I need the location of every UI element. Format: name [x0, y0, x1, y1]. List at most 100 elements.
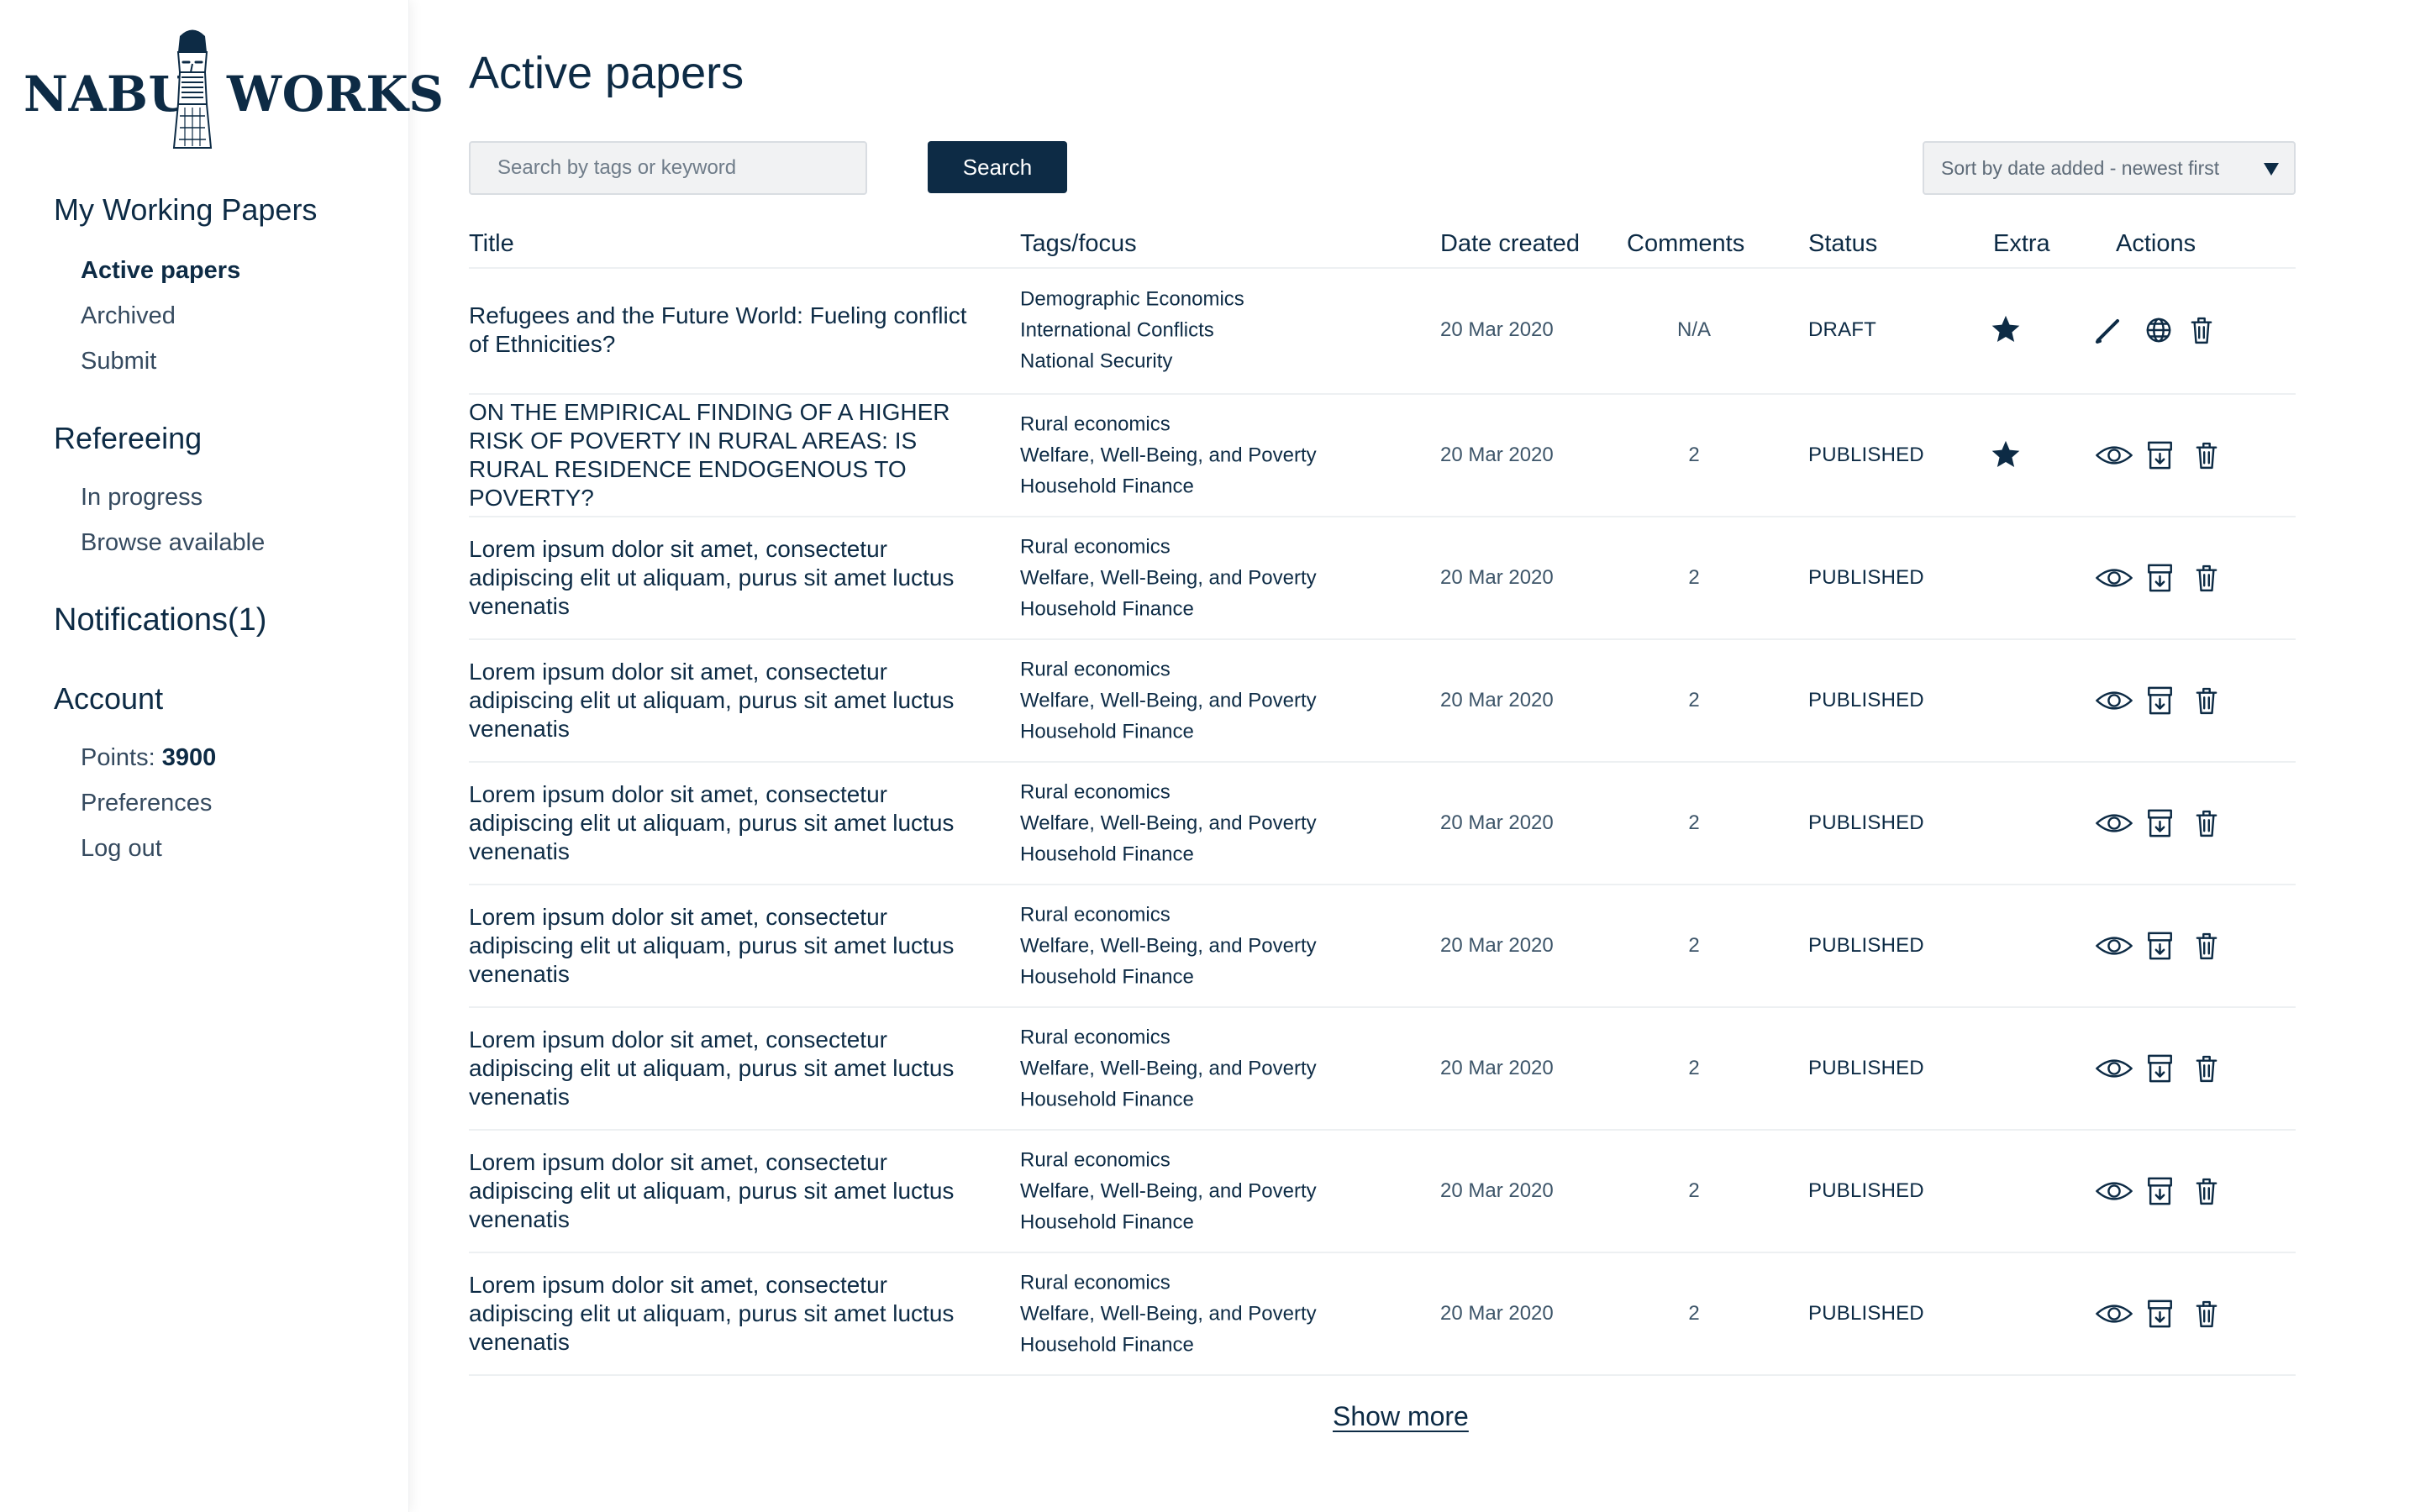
eye-icon[interactable]: [2095, 933, 2133, 958]
trash-icon[interactable]: [2196, 441, 2217, 470]
sidebar-item-in-progress[interactable]: In progress: [81, 482, 203, 512]
paper-title-link[interactable]: Lorem ipsum dolor sit amet, consectetur …: [469, 1026, 986, 1111]
eye-icon[interactable]: [2095, 443, 2133, 468]
tag[interactable]: Demographic Economics: [1020, 284, 1411, 315]
trash-icon[interactable]: [2196, 809, 2217, 837]
eye-icon[interactable]: [2095, 1179, 2133, 1204]
tag[interactable]: Rural economics: [1020, 654, 1411, 685]
points-label: Points:: [81, 744, 162, 771]
eye-icon[interactable]: [2095, 565, 2133, 591]
tag[interactable]: Rural economics: [1020, 777, 1411, 808]
paper-title-link[interactable]: Refugees and the Future World: Fueling c…: [469, 302, 986, 359]
trash-icon[interactable]: [2196, 686, 2217, 715]
eye-icon[interactable]: [2095, 811, 2133, 836]
table-row: Lorem ipsum dolor sit amet, consectetur …: [469, 517, 2296, 640]
tag[interactable]: Welfare, Well-Being, and Poverty: [1020, 685, 1411, 717]
tag[interactable]: Welfare, Well-Being, and Poverty: [1020, 1299, 1411, 1330]
paper-title-link[interactable]: Lorem ipsum dolor sit amet, consectetur …: [469, 780, 986, 866]
sidebar-item-notifications[interactable]: Notifications(1): [54, 601, 266, 638]
extra-cell: [1990, 806, 2057, 840]
table-row: Lorem ipsum dolor sit amet, consectetur …: [469, 763, 2296, 885]
tag[interactable]: Rural economics: [1020, 409, 1411, 440]
tag[interactable]: Household Finance: [1020, 1084, 1411, 1116]
tag[interactable]: Rural economics: [1020, 1268, 1411, 1299]
eye-icon[interactable]: [2095, 688, 2133, 713]
trash-icon[interactable]: [2196, 932, 2217, 960]
table-row: Lorem ipsum dolor sit amet, consectetur …: [469, 640, 2296, 763]
tag[interactable]: Welfare, Well-Being, and Poverty: [1020, 1176, 1411, 1207]
trash-icon[interactable]: [2196, 1299, 2217, 1328]
tag[interactable]: Welfare, Well-Being, and Poverty: [1020, 931, 1411, 962]
paper-tags: Rural economics Welfare, Well-Being, and …: [1020, 1268, 1411, 1361]
tag[interactable]: Welfare, Well-Being, and Poverty: [1020, 1053, 1411, 1084]
trash-icon[interactable]: [2196, 564, 2217, 592]
paper-title-link[interactable]: ON THE EMPIRICAL FINDING OF A HIGHER RIS…: [469, 398, 986, 512]
show-more-link[interactable]: Show more: [1333, 1399, 1469, 1433]
archive-icon[interactable]: [2147, 441, 2173, 470]
comments-count: 2: [1688, 1179, 1700, 1202]
trash-icon[interactable]: [2196, 1177, 2217, 1205]
search-input[interactable]: [469, 141, 867, 195]
archive-icon[interactable]: [2147, 932, 2173, 960]
paper-title-link[interactable]: Lorem ipsum dolor sit amet, consectetur …: [469, 658, 986, 743]
trash-icon[interactable]: [2196, 1054, 2217, 1083]
tag[interactable]: Welfare, Well-Being, and Poverty: [1020, 563, 1411, 594]
sidebar-item-archived[interactable]: Archived: [81, 301, 176, 331]
tag[interactable]: Household Finance: [1020, 839, 1411, 870]
tag[interactable]: Rural economics: [1020, 1145, 1411, 1176]
tag[interactable]: Rural economics: [1020, 532, 1411, 563]
tag[interactable]: Rural economics: [1020, 900, 1411, 931]
paper-tags: Rural economics Welfare, Well-Being, and …: [1020, 532, 1411, 625]
archive-icon[interactable]: [2147, 1054, 2173, 1083]
nav-section-account: Account: [54, 681, 164, 716]
column-header-title[interactable]: Title: [469, 228, 514, 259]
trash-icon[interactable]: [2191, 316, 2212, 344]
extra-cell: [1990, 1174, 2057, 1208]
tag[interactable]: Household Finance: [1020, 1207, 1411, 1238]
date-created: 20 Mar 2020: [1440, 934, 1554, 957]
search-button[interactable]: Search: [928, 141, 1067, 193]
paper-title-link[interactable]: Lorem ipsum dolor sit amet, consectetur …: [469, 1271, 986, 1357]
tag[interactable]: Household Finance: [1020, 717, 1411, 748]
paper-title-link[interactable]: Lorem ipsum dolor sit amet, consectetur …: [469, 535, 986, 621]
star-icon[interactable]: [1990, 313, 2022, 345]
brand-logo[interactable]: NABU WORKS: [24, 24, 444, 151]
archive-icon[interactable]: [2147, 809, 2173, 837]
sidebar-item-log-out[interactable]: Log out: [81, 833, 162, 864]
paper-title-link[interactable]: Lorem ipsum dolor sit amet, consectetur …: [469, 903, 986, 989]
main-content: Active papers Search Sort by date added …: [469, 0, 2317, 1512]
tag[interactable]: Household Finance: [1020, 1330, 1411, 1361]
tag[interactable]: International Conflicts: [1020, 315, 1411, 346]
archive-icon[interactable]: [2147, 564, 2173, 592]
eye-icon[interactable]: [2095, 1301, 2133, 1326]
paper-tags: Rural economics Welfare, Well-Being, and …: [1020, 654, 1411, 748]
paper-title-link[interactable]: Lorem ipsum dolor sit amet, consectetur …: [469, 1148, 986, 1234]
tag[interactable]: Household Finance: [1020, 471, 1411, 502]
sidebar-item-browse-available[interactable]: Browse available: [81, 528, 265, 558]
globe-icon[interactable]: [2145, 317, 2172, 344]
tag[interactable]: National Security: [1020, 346, 1411, 377]
column-header-date-created[interactable]: Date created: [1440, 228, 1580, 259]
comments-count: 2: [1688, 689, 1700, 711]
date-created: 20 Mar 2020: [1440, 1057, 1554, 1079]
tag[interactable]: Welfare, Well-Being, and Poverty: [1020, 440, 1411, 471]
column-header-tags: Tags/focus: [1020, 230, 1137, 257]
star-icon[interactable]: [1990, 438, 2022, 470]
tag[interactable]: Household Finance: [1020, 962, 1411, 993]
archive-icon[interactable]: [2147, 1299, 2173, 1328]
sort-select[interactable]: Sort by date added - newest first: [1923, 141, 2296, 195]
eye-icon[interactable]: [2095, 1056, 2133, 1081]
sidebar-item-submit[interactable]: Submit: [81, 346, 156, 376]
tag[interactable]: Rural economics: [1020, 1022, 1411, 1053]
table-row: Lorem ipsum dolor sit amet, consectetur …: [469, 885, 2296, 1008]
sidebar-item-preferences[interactable]: Preferences: [81, 788, 212, 818]
comments-count: 2: [1688, 934, 1700, 957]
sidebar-item-active-papers[interactable]: Active papers: [81, 255, 240, 286]
pencil-icon[interactable]: [2095, 317, 2122, 344]
table-row: Refugees and the Future World: Fueling c…: [469, 267, 2296, 395]
date-created: 20 Mar 2020: [1440, 811, 1554, 834]
tag[interactable]: Household Finance: [1020, 594, 1411, 625]
tag[interactable]: Welfare, Well-Being, and Poverty: [1020, 808, 1411, 839]
archive-icon[interactable]: [2147, 686, 2173, 715]
archive-icon[interactable]: [2147, 1177, 2173, 1205]
